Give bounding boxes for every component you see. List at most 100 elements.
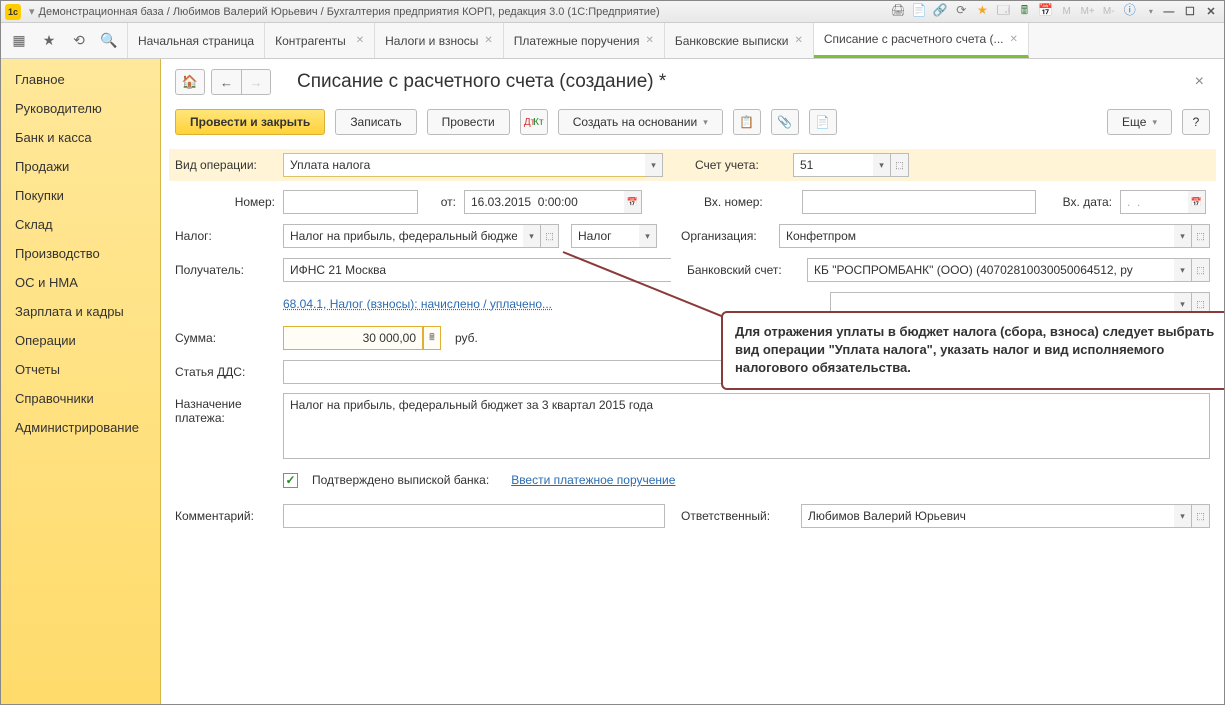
write-button[interactable]: Записать xyxy=(335,109,416,135)
back-button[interactable]: ← xyxy=(211,69,241,95)
tab-bank-statements[interactable]: Банковские выписки✕ xyxy=(665,23,814,58)
bank-acc-open[interactable]: ⬚ xyxy=(1192,258,1210,282)
tab-close-icon[interactable]: ✕ xyxy=(1010,34,1018,45)
comment-input[interactable] xyxy=(283,504,665,528)
create-based-label: Создать на основании xyxy=(573,115,698,129)
dds-label: Статья ДДС: xyxy=(175,365,275,379)
confirmed-label: Подтверждено выпиской банка: xyxy=(312,473,489,487)
sidebar-item-bank[interactable]: Банк и касса xyxy=(1,123,160,152)
confirmed-checkbox[interactable]: ✓ xyxy=(283,473,298,488)
create-based-button[interactable]: Создать на основании▾ xyxy=(558,109,723,135)
comment-label: Комментарий: xyxy=(175,509,275,523)
history-icon[interactable]: ⟲ xyxy=(67,29,91,53)
tab-close-icon[interactable]: ✕ xyxy=(794,35,802,46)
attach-button[interactable]: 📎 xyxy=(771,109,799,135)
titlebar-icon-1[interactable]: 🖨 xyxy=(889,3,907,17)
sidebar-item-assets[interactable]: ОС и НМА xyxy=(1,268,160,297)
date-picker-icon[interactable]: 📅 xyxy=(624,190,642,214)
ext-date-input[interactable] xyxy=(1120,190,1188,214)
tab-start-page[interactable]: Начальная страница xyxy=(128,23,265,58)
titlebar-icon-doc[interactable]: 🗔 xyxy=(994,1,1012,22)
responsible-open[interactable]: ⬚ xyxy=(1192,504,1210,528)
home-button[interactable]: 🏠 xyxy=(175,69,205,95)
enter-payment-order-link[interactable]: Ввести платежное поручение xyxy=(511,473,675,487)
org-input[interactable] xyxy=(779,224,1174,248)
sidebar-item-reports[interactable]: Отчеты xyxy=(1,355,160,384)
bank-acc-dropdown[interactable]: ▾ xyxy=(1174,258,1192,282)
close-page-button[interactable]: × xyxy=(1189,73,1210,91)
post-button[interactable]: Провести xyxy=(427,109,510,135)
minimize-button[interactable]: — xyxy=(1160,6,1178,18)
help-button[interactable]: ? xyxy=(1182,109,1210,135)
tax-open[interactable]: ⬚ xyxy=(541,224,559,248)
tax-input[interactable] xyxy=(283,224,523,248)
hint-callout: Для отражения уплаты в бюджет налога (сб… xyxy=(721,311,1224,390)
sidebar-item-warehouse[interactable]: Склад xyxy=(1,210,160,239)
close-window-button[interactable]: ✕ xyxy=(1202,5,1220,18)
forward-button[interactable]: → xyxy=(241,69,271,95)
tax2-input[interactable] xyxy=(571,224,639,248)
titlebar-info-icon[interactable]: ⓘ xyxy=(1121,1,1139,18)
sidebar-item-purchases[interactable]: Покупки xyxy=(1,181,160,210)
op-type-input[interactable] xyxy=(283,153,645,177)
responsible-dropdown[interactable]: ▾ xyxy=(1174,504,1192,528)
recipient-input[interactable] xyxy=(283,258,671,282)
favorites-icon[interactable]: ★ xyxy=(37,29,61,53)
tab-label: Контрагенты xyxy=(275,34,346,48)
more-button[interactable]: Еще▾ xyxy=(1107,109,1172,135)
sidebar-item-operations[interactable]: Операции xyxy=(1,326,160,355)
tax-account-link[interactable]: 68.04.1, Налог (взносы): начислено / упл… xyxy=(283,297,552,311)
sum-input[interactable] xyxy=(283,326,423,350)
org-open[interactable]: ⬚ xyxy=(1192,224,1210,248)
action-icon-2[interactable]: 📄 xyxy=(809,109,837,135)
titlebar-info-dd[interactable]: ▾ xyxy=(1142,7,1160,16)
titlebar-m-minus[interactable]: M- xyxy=(1100,6,1118,17)
sidebar-item-production[interactable]: Производство xyxy=(1,239,160,268)
tab-close-icon[interactable]: ✕ xyxy=(484,35,492,46)
tab-contractors[interactable]: Контрагенты ✕ xyxy=(265,23,375,58)
tab-close-icon[interactable]: ✕ xyxy=(645,35,653,46)
titlebar-icon-star[interactable]: ★ xyxy=(973,3,991,17)
titlebar-icon-calc[interactable]: 🖩 xyxy=(1016,1,1034,22)
sidebar-item-admin[interactable]: Администрирование xyxy=(1,413,160,442)
account-input[interactable] xyxy=(793,153,873,177)
ext-date-picker[interactable]: 📅 xyxy=(1188,190,1206,214)
sidebar-item-hr[interactable]: Зарплата и кадры xyxy=(1,297,160,326)
org-dropdown[interactable]: ▾ xyxy=(1174,224,1192,248)
number-input[interactable] xyxy=(283,190,418,214)
titlebar-icon-3[interactable]: 🔗 xyxy=(931,3,949,17)
sidebar-item-main[interactable]: Главное xyxy=(1,65,160,94)
titlebar-m-plus[interactable]: M+ xyxy=(1079,6,1097,17)
titlebar-menu-icon[interactable]: ▾ xyxy=(29,5,35,18)
post-and-close-button[interactable]: Провести и закрыть xyxy=(175,109,325,135)
ext-number-input[interactable] xyxy=(802,190,1036,214)
titlebar-m[interactable]: M xyxy=(1058,6,1076,17)
sidebar-item-sales[interactable]: Продажи xyxy=(1,152,160,181)
tab-payment-orders[interactable]: Платежные поручения✕ xyxy=(504,23,665,58)
titlebar-icon-2[interactable]: 📄 xyxy=(910,3,928,17)
sum-calc-icon[interactable]: 🖩 xyxy=(423,326,441,350)
sidebar-item-manager[interactable]: Руководителю xyxy=(1,94,160,123)
op-type-dropdown[interactable]: ▾ xyxy=(645,153,663,177)
tax2-dropdown[interactable]: ▾ xyxy=(639,224,657,248)
more-label: Еще xyxy=(1122,115,1146,129)
apps-icon[interactable]: ▦ xyxy=(7,29,31,53)
purpose-textarea[interactable]: Налог на прибыль, федеральный бюджет за … xyxy=(283,393,1210,459)
search-icon[interactable]: 🔍 xyxy=(97,29,121,53)
bank-acc-input[interactable] xyxy=(807,258,1174,282)
titlebar-icon-cal[interactable]: 📅 xyxy=(1037,3,1055,17)
tab-label: Налоги и взносы xyxy=(385,34,478,48)
tab-taxes[interactable]: Налоги и взносы ✕ xyxy=(375,23,504,58)
account-open[interactable]: ⬚ xyxy=(891,153,909,177)
account-dropdown[interactable]: ▾ xyxy=(873,153,891,177)
tab-writeoff[interactable]: Списание с расчетного счета (...✕ xyxy=(814,23,1029,58)
tax-dropdown[interactable]: ▾ xyxy=(523,224,541,248)
titlebar-icon-refresh[interactable]: ⟳ xyxy=(952,3,970,17)
tab-close-icon[interactable]: ✕ xyxy=(356,35,364,46)
action-icon-1[interactable]: 📋 xyxy=(733,109,761,135)
responsible-input[interactable] xyxy=(801,504,1174,528)
date-input[interactable] xyxy=(464,190,624,214)
dt-kt-button[interactable]: ДтКт xyxy=(520,109,548,135)
maximize-button[interactable]: ☐ xyxy=(1181,5,1199,18)
sidebar-item-catalogs[interactable]: Справочники xyxy=(1,384,160,413)
